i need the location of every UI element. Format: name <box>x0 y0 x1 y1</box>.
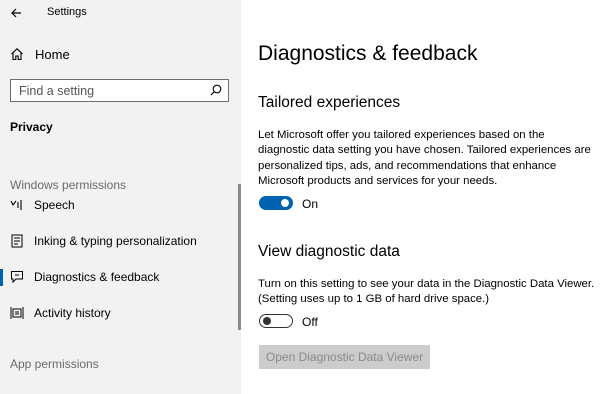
page-title: Diagnostics & feedback <box>258 42 478 65</box>
speech-icon <box>10 200 22 210</box>
sidebar-item-activity-history[interactable]: Activity history <box>0 302 236 324</box>
main-content: Diagnostics & feedback Tailored experien… <box>241 0 600 394</box>
tailored-experiences-description: Let Microsoft offer you tailored experie… <box>258 129 591 187</box>
toggle-knob <box>263 317 271 325</box>
activity-history-icon <box>10 307 24 319</box>
back-arrow-icon <box>11 8 21 18</box>
search-input[interactable] <box>11 80 209 101</box>
sidebar: Settings Home Privacy Windows permission… <box>0 0 241 394</box>
feedback-icon <box>11 271 23 284</box>
tailored-experiences-toggle[interactable] <box>259 196 293 210</box>
back-button[interactable] <box>8 4 26 22</box>
view-diagnostic-data-toggle-state: Off <box>302 315 318 329</box>
section-heading-privacy: Privacy <box>10 120 53 134</box>
app-title: Settings <box>47 6 87 18</box>
search-box <box>10 79 229 102</box>
view-diagnostic-data-description: Turn on this setting to see your data in… <box>258 278 595 306</box>
sidebar-item-label: Activity history <box>34 306 111 320</box>
sidebar-item-speech[interactable]: Speech <box>0 194 236 216</box>
group-label-app-permissions: App permissions <box>10 357 99 371</box>
sidebar-item-inking-typing[interactable]: Inking & typing personalization <box>0 230 236 252</box>
view-diagnostic-data-toggle[interactable] <box>259 314 293 328</box>
sidebar-item-label: Diagnostics & feedback <box>34 270 160 284</box>
sidebar-item-diagnostics-feedback[interactable]: Diagnostics & feedback <box>0 266 236 288</box>
open-diagnostic-data-viewer-button[interactable]: Open Diagnostic Data Viewer <box>259 345 430 369</box>
home-icon <box>11 48 23 61</box>
inking-icon <box>11 234 23 248</box>
sidebar-item-label: Inking & typing personalization <box>34 234 197 248</box>
sidebar-item-label: Speech <box>34 198 75 212</box>
view-diagnostic-data-heading: View diagnostic data <box>258 243 400 260</box>
tailored-experiences-heading: Tailored experiences <box>258 94 401 111</box>
toggle-knob <box>281 199 289 207</box>
title-bar: Settings <box>0 0 241 26</box>
search-icon[interactable] <box>210 84 222 96</box>
home-label: Home <box>35 47 70 62</box>
tailored-experiences-toggle-state: On <box>302 197 319 211</box>
group-label-windows-permissions: Windows permissions <box>10 178 127 192</box>
home-nav-item[interactable]: Home <box>10 47 210 65</box>
